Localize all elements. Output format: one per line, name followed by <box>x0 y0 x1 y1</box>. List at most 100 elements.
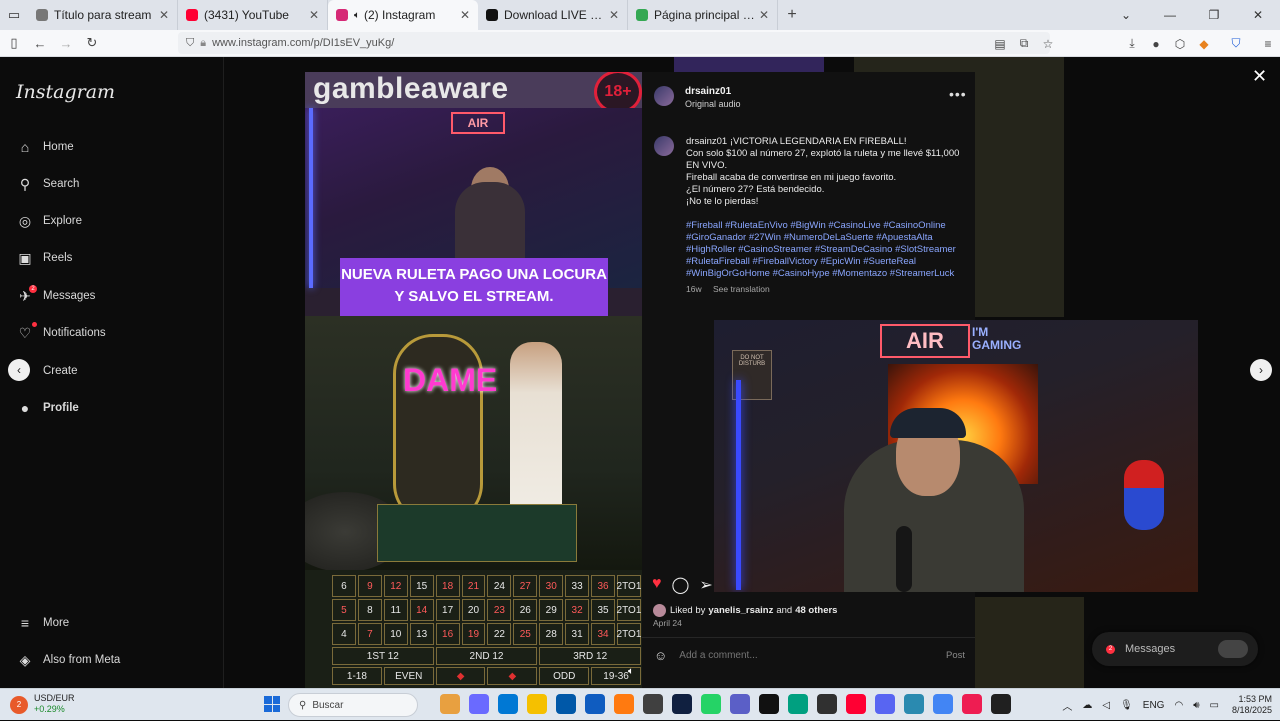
sidebar-item-home[interactable]: ⌂ Home <box>16 135 74 159</box>
post-media[interactable]: gambleaware 18+ AIR NUEVA RULETA PAGO UN… <box>305 72 642 688</box>
browser-tab[interactable]: Página principal - Google Drive ✕ <box>628 0 778 30</box>
taskbar-app-icon[interactable] <box>643 694 663 714</box>
taskbar-app-icon[interactable] <box>614 694 634 714</box>
language-indicator[interactable]: ENG <box>1143 700 1165 711</box>
metamask-icon[interactable]: ◆ <box>1192 37 1216 51</box>
see-translation-link[interactable]: See translation <box>713 284 770 294</box>
taskbar-app-icon[interactable] <box>585 694 605 714</box>
forward-button[interactable]: → <box>54 31 78 55</box>
taskbar-app-icon[interactable] <box>788 694 808 714</box>
next-post-button[interactable]: › <box>1250 359 1272 381</box>
tab-close-icon[interactable]: ✕ <box>759 8 769 22</box>
instagram-logo[interactable]: Instagram <box>16 81 115 103</box>
sidebar-item-search[interactable]: ⚲ Search <box>16 172 80 196</box>
sidebar-item-reels[interactable]: ▣ Reels <box>16 246 72 270</box>
sidebar-item-more[interactable]: ≡ More <box>16 611 69 635</box>
taskbar-search[interactable]: ⚲ Buscar <box>288 693 418 717</box>
speaker-tray-icon[interactable]: ◁ <box>1102 700 1110 711</box>
taskbar-app-icon[interactable] <box>875 694 895 714</box>
tab-close-icon[interactable]: ✕ <box>309 8 319 22</box>
liked-by-others[interactable]: 48 others <box>795 605 837 616</box>
mic-icon[interactable]: 🎙︎ <box>1120 700 1133 711</box>
taskbar-app-icon[interactable] <box>759 694 779 714</box>
tray-chevron-icon[interactable]: ︿ <box>1062 698 1072 713</box>
new-tab-button[interactable]: + <box>778 6 806 24</box>
taskbar-app-icon[interactable] <box>933 694 953 714</box>
sidebar-item-messages[interactable]: ✈ 2 Messages <box>16 284 95 308</box>
tab-close-icon[interactable]: ✕ <box>159 8 169 22</box>
tab-audio-icon[interactable]: 🔈︎ <box>354 10 360 21</box>
lock-icon[interactable]: 🔒︎ <box>200 37 206 50</box>
volume-icon[interactable]: 🔈︎ <box>628 666 634 677</box>
maximize-button[interactable]: ❐ <box>1192 8 1236 22</box>
volume-icon[interactable]: 🔊︎ <box>1193 700 1199 711</box>
messages-pill[interactable]: 2 Messages <box>1092 632 1258 666</box>
taskbar-app-icon[interactable] <box>991 694 1011 714</box>
browser-tab[interactable]: (3431) YouTube ✕ <box>178 0 328 30</box>
picture-in-picture-icon[interactable]: ⧉ <box>1012 36 1036 51</box>
tab-overview-icon[interactable]: ▭ <box>0 0 28 30</box>
sidebar-item-notifications[interactable]: ♡ Notifications <box>16 321 106 345</box>
account-icon[interactable]: ● <box>1144 37 1168 51</box>
wifi-icon[interactable]: ◠ <box>1174 700 1183 711</box>
emoji-icon[interactable]: ☺ <box>654 648 667 663</box>
comment-icon[interactable]: ◯ <box>672 575 690 595</box>
battery-icon[interactable]: ▭ <box>1210 700 1219 711</box>
taskbar-app-icon[interactable] <box>962 694 982 714</box>
close-modal-icon[interactable]: ✕ <box>1252 66 1267 87</box>
post-date[interactable]: April 24 <box>653 618 682 628</box>
url-text[interactable]: www.instagram.com/p/DI1sEV_yuKg/ <box>212 37 394 49</box>
share-icon[interactable]: ➢ <box>699 575 712 595</box>
downloads-icon[interactable]: ⤓ <box>1120 36 1144 51</box>
sidebar-toggle-icon[interactable]: ▯ <box>2 31 26 55</box>
taskbar-app-icon[interactable] <box>904 694 924 714</box>
taskbar-app-icon[interactable] <box>469 694 489 714</box>
more-options-icon[interactable]: ••• <box>949 86 967 102</box>
tab-close-icon[interactable]: ✕ <box>609 8 619 22</box>
taskbar-app-icon[interactable] <box>701 694 721 714</box>
taskbar-app-icon[interactable] <box>817 694 837 714</box>
back-button[interactable]: ← <box>28 31 52 55</box>
close-window-button[interactable]: ✕ <box>1236 8 1280 22</box>
app-menu-icon[interactable]: ≡ <box>1256 37 1280 51</box>
comment-input[interactable] <box>679 650 946 661</box>
taskbar-app-icon[interactable] <box>498 694 518 714</box>
tab-list-chevron-icon[interactable]: ⌄ <box>1104 8 1148 22</box>
caption-avatar[interactable] <box>654 136 674 156</box>
taskbar-app-icon[interactable] <box>846 694 866 714</box>
liker-avatar[interactable] <box>653 604 666 617</box>
network-cloud-icon[interactable]: ☁ <box>1082 700 1092 711</box>
bookmark-star-icon[interactable]: ☆ <box>1036 37 1060 51</box>
taskbar-app-icon[interactable] <box>527 694 547 714</box>
post-comment-button[interactable]: Post <box>946 650 965 661</box>
shield-icon[interactable]: ⛉ <box>186 37 194 50</box>
taskbar-app-icon[interactable] <box>672 694 692 714</box>
stock-widget[interactable]: 2 USD/EUR +0.29% <box>10 693 75 715</box>
sidebar-item-also-from-meta[interactable]: ◈ Also from Meta <box>16 648 121 672</box>
user-avatar[interactable] <box>654 86 674 106</box>
liked-by-user[interactable]: yanelis_rsainz <box>708 605 773 616</box>
vpn-icon[interactable]: ⛉ <box>1224 36 1248 51</box>
taskbar-app-icon[interactable] <box>556 694 576 714</box>
post-audio[interactable]: Original audio <box>685 99 741 109</box>
browser-tab[interactable]: Download LIVE Studio | TikTok ✕ <box>478 0 628 30</box>
like-heart-icon[interactable]: ♥ <box>652 575 662 595</box>
taskbar-app-icon[interactable] <box>440 694 460 714</box>
extensions-icon[interactable]: ⬡ <box>1168 37 1192 51</box>
reader-view-icon[interactable]: ▤ <box>988 37 1012 51</box>
minimize-button[interactable]: — <box>1148 8 1192 22</box>
sidebar-item-profile[interactable]: ● Profile <box>16 396 79 420</box>
clock[interactable]: 1:53 PM 8/18/2025 <box>1232 694 1272 716</box>
tab-close-icon[interactable]: ✕ <box>460 8 470 22</box>
sidebar-item-explore[interactable]: ◎ Explore <box>16 209 82 233</box>
taskbar-app-icon[interactable] <box>730 694 750 714</box>
post-hashtags[interactable]: #Fireball #RuletaEnVivo #BigWin #CasinoL… <box>686 220 966 280</box>
post-username[interactable]: drsainz01 <box>685 86 731 97</box>
browser-tab[interactable]: Título para stream ✕ <box>28 0 178 30</box>
browser-tab[interactable]: 🔈︎ (2) Instagram ✕ <box>328 0 478 30</box>
address-bar[interactable]: ⛉ 🔒︎ www.instagram.com/p/DI1sEV_yuKg/ <box>178 32 1050 54</box>
start-button[interactable] <box>264 696 280 712</box>
reload-button[interactable]: ↻ <box>80 31 104 55</box>
post-age[interactable]: 16w <box>686 284 702 294</box>
prev-post-button[interactable]: ‹ <box>8 359 30 381</box>
